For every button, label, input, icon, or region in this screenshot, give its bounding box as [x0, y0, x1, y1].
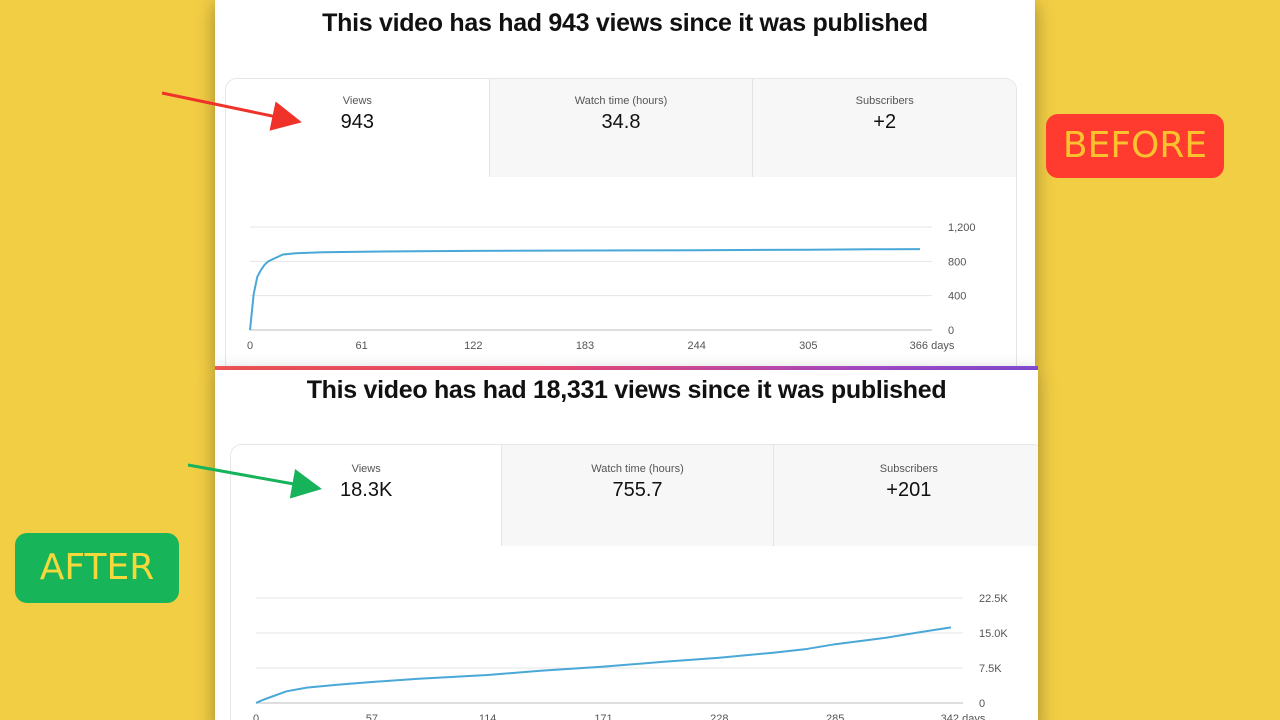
- after-y-tick-label: 0: [979, 698, 985, 710]
- tab-value: 755.7: [612, 479, 663, 501]
- after-tab-watch-time[interactable]: Watch time (hours) 755.7: [501, 445, 773, 546]
- before-tab-watch-time[interactable]: Watch time (hours) 34.8: [488, 79, 753, 177]
- after-series-line: [255, 626, 952, 704]
- before-x-tick-label: 183: [576, 340, 594, 352]
- before-y-tick-label: 400: [948, 291, 966, 303]
- tab-value: +2: [873, 111, 897, 133]
- before-views-chart: 0 400 800 1,200 0 61 122 183 244 305 366 days: [247, 222, 976, 352]
- before-x-tick-label: 366 days: [910, 340, 955, 352]
- after-views-chart: 0 7.5K 15.0K 22.5K 0 57 114 171 228 285 342 days: [253, 593, 1008, 720]
- before-badge: BEFORE: [1046, 114, 1224, 178]
- before-x-tick-label: 122: [464, 340, 482, 352]
- after-x-tick-label: 228: [710, 713, 728, 720]
- before-y-tick-label: 1,200: [948, 222, 976, 234]
- before-x-tick-label: 61: [356, 340, 368, 352]
- after-x-tick-label: 57: [366, 713, 378, 720]
- after-x-tick-label: 171: [594, 713, 612, 720]
- tab-value: 34.8: [601, 111, 641, 133]
- after-y-tick-label: 15.0K: [979, 628, 1008, 640]
- before-headline: This video has had 943 views since it wa…: [322, 9, 928, 37]
- tab-label: Watch time (hours): [574, 95, 668, 107]
- after-tab-subscribers[interactable]: Subscribers +201: [772, 445, 1038, 546]
- before-x-tick-label: 305: [799, 340, 817, 352]
- before-tab-subscribers[interactable]: Subscribers +2: [752, 79, 1016, 177]
- before-x-tick-label: 0: [247, 340, 253, 352]
- after-metric-tabs: Views 18.3K Watch time (hours) 755.7 Sub…: [231, 445, 1038, 546]
- after-headline: This video has had 18,331 views since it…: [306, 376, 947, 404]
- tab-label: Watch time (hours): [591, 463, 684, 475]
- tab-value: +201: [886, 479, 932, 501]
- before-metric-tabs: Views 943 Watch time (hours) 34.8 Subscr…: [226, 79, 1016, 177]
- after-y-tick-label: 7.5K: [979, 663, 1002, 675]
- after-x-tick-label: 0: [253, 713, 259, 720]
- after-x-tick-label: 114: [479, 713, 497, 720]
- tab-value: 943: [340, 111, 375, 133]
- after-card: Views 18.3K Watch time (hours) 755.7 Sub…: [230, 444, 1038, 720]
- before-x-tick-label: 244: [687, 340, 705, 352]
- before-analytics-panel: This video has had 943 views since it wa…: [215, 0, 1035, 368]
- after-tab-views[interactable]: Views 18.3K: [231, 445, 502, 546]
- after-x-tick-label: 342 days: [941, 713, 986, 720]
- after-y-tick-label: 22.5K: [979, 593, 1008, 605]
- tab-label: Views: [351, 463, 381, 475]
- tab-value: 18.3K: [340, 479, 393, 501]
- after-analytics-panel: This video has had 18,331 views since it…: [215, 370, 1038, 720]
- before-tab-views[interactable]: Views 943: [226, 79, 489, 177]
- tab-label: Subscribers: [855, 95, 914, 107]
- after-x-tick-label: 285: [826, 713, 844, 720]
- before-y-tick-label: 800: [948, 256, 966, 268]
- before-card: Views 943 Watch time (hours) 34.8 Subscr…: [225, 78, 1017, 368]
- tab-label: Views: [342, 95, 372, 107]
- before-y-tick-label: 0: [948, 325, 954, 337]
- tab-label: Subscribers: [879, 463, 938, 475]
- after-badge: AFTER: [15, 533, 179, 603]
